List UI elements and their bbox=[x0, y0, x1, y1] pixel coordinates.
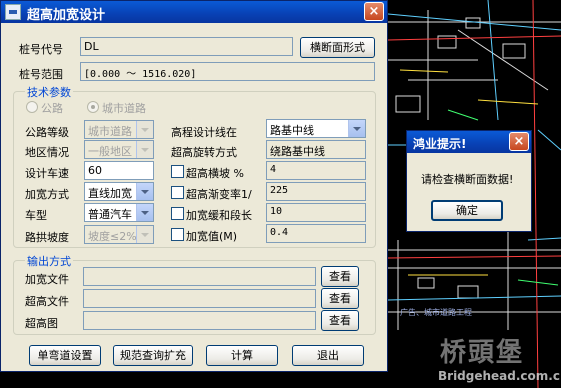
tech-params-title: 技术参数 bbox=[25, 84, 73, 100]
chevron-down-icon[interactable] bbox=[136, 183, 153, 200]
close-icon[interactable]: × bbox=[509, 132, 529, 151]
super-file-field[interactable] bbox=[83, 289, 316, 308]
design-speed-label: 设计车速 bbox=[25, 167, 69, 180]
chevron-down-icon[interactable] bbox=[348, 120, 365, 137]
elev-line-label: 高程设计线在 bbox=[171, 126, 237, 139]
ok-button[interactable]: 确定 bbox=[431, 200, 503, 221]
watermark-logo: 桥頭堡 bbox=[440, 338, 525, 368]
message-title-bar[interactable]: 鸿业提示! × bbox=[407, 131, 531, 153]
cross-section-button[interactable]: 横断面形式 bbox=[300, 37, 375, 58]
radio-city-road-label: 城市道路 bbox=[102, 102, 146, 115]
widen-file-label: 加宽文件 bbox=[25, 273, 69, 286]
output-title: 输出方式 bbox=[25, 253, 73, 269]
widen-method-select[interactable]: 直线加宽 bbox=[84, 182, 154, 201]
super-slope-label: 超高横坡 % bbox=[186, 167, 244, 180]
super-file-label: 超高文件 bbox=[25, 295, 69, 308]
highway-grade-select[interactable]: 城市道路 bbox=[84, 120, 154, 139]
widen-method-label: 加宽方式 bbox=[25, 188, 69, 201]
message-title: 鸿业提示! bbox=[413, 137, 467, 151]
radio-highway[interactable] bbox=[26, 101, 38, 113]
cad-label: 广告、城市道路工程 bbox=[400, 308, 472, 317]
radio-highway-label: 公路 bbox=[41, 102, 63, 115]
crown-slope-select[interactable]: 坡度≤2% bbox=[84, 225, 154, 244]
region-select[interactable]: 一般地区 bbox=[84, 140, 154, 159]
message-box: 鸿业提示! × 请检查横断面数据! 确定 bbox=[406, 130, 532, 232]
compute-button[interactable]: 计算 bbox=[206, 345, 278, 366]
super-ratio-checkbox[interactable] bbox=[171, 186, 184, 199]
message-text: 请检查横断面数据! bbox=[421, 173, 514, 186]
region-label: 地区情况 bbox=[25, 146, 69, 159]
crown-slope-label: 路拱坡度 bbox=[25, 231, 69, 244]
view-widen-file-button[interactable]: 查看 bbox=[321, 266, 359, 287]
widen-file-field[interactable] bbox=[83, 267, 316, 286]
view-super-chart-button[interactable]: 查看 bbox=[321, 310, 359, 331]
exit-button[interactable]: 退出 bbox=[292, 345, 364, 366]
dialog-title: 超高加宽设计 bbox=[27, 8, 106, 23]
superelevation-dialog: 超高加宽设计 × 桩号代号 DL 横断面形式 桩号范围 [0.000 ～ 151… bbox=[0, 0, 388, 372]
watermark-url: Bridgehead.com.cn bbox=[438, 369, 561, 383]
close-icon[interactable]: × bbox=[364, 2, 384, 21]
vehicle-select[interactable]: 普通汽车 bbox=[84, 203, 154, 222]
super-slope-checkbox[interactable] bbox=[171, 165, 184, 178]
widen-length-field[interactable]: 10 bbox=[266, 203, 366, 222]
stake-code-field[interactable]: DL bbox=[80, 37, 293, 56]
widen-length-checkbox[interactable] bbox=[171, 207, 184, 220]
rotation-field: 绕路基中线 bbox=[266, 140, 366, 159]
stake-code-label: 桩号代号 bbox=[19, 43, 63, 56]
stake-range-field: [0.000 ～ 1516.020] bbox=[80, 62, 375, 81]
super-ratio-field[interactable]: 225 bbox=[266, 182, 366, 201]
widen-length-label: 加宽缓和段长 bbox=[186, 209, 252, 222]
highway-grade-label: 公路等级 bbox=[25, 126, 69, 139]
spec-query-button[interactable]: 规范查询扩充 bbox=[113, 345, 193, 366]
super-chart-field[interactable] bbox=[83, 311, 316, 330]
dialog-title-bar[interactable]: 超高加宽设计 × bbox=[1, 1, 387, 23]
widen-value-checkbox[interactable] bbox=[171, 228, 184, 241]
app-icon bbox=[5, 4, 21, 20]
design-speed-input[interactable]: 60 bbox=[84, 161, 154, 180]
super-chart-label: 超高图 bbox=[25, 317, 58, 330]
chevron-down-icon[interactable] bbox=[136, 204, 153, 221]
view-super-file-button[interactable]: 查看 bbox=[321, 288, 359, 309]
widen-value-label: 加宽值(M) bbox=[186, 230, 238, 243]
stake-range-label: 桩号范围 bbox=[19, 68, 63, 81]
single-curve-button[interactable]: 单弯道设置 bbox=[29, 345, 101, 366]
super-ratio-label: 超高渐变率1/ bbox=[186, 188, 252, 201]
widen-value-field[interactable]: 0.4 bbox=[266, 224, 366, 243]
radio-city-road[interactable] bbox=[87, 101, 99, 113]
chevron-down-icon[interactable] bbox=[136, 226, 153, 243]
elev-line-select[interactable]: 路基中线 bbox=[266, 119, 366, 138]
super-slope-field[interactable]: 4 bbox=[266, 161, 366, 180]
chevron-down-icon[interactable] bbox=[136, 121, 153, 138]
vehicle-label: 车型 bbox=[25, 209, 47, 222]
rotation-label: 超高旋转方式 bbox=[171, 146, 237, 159]
chevron-down-icon[interactable] bbox=[136, 141, 153, 158]
